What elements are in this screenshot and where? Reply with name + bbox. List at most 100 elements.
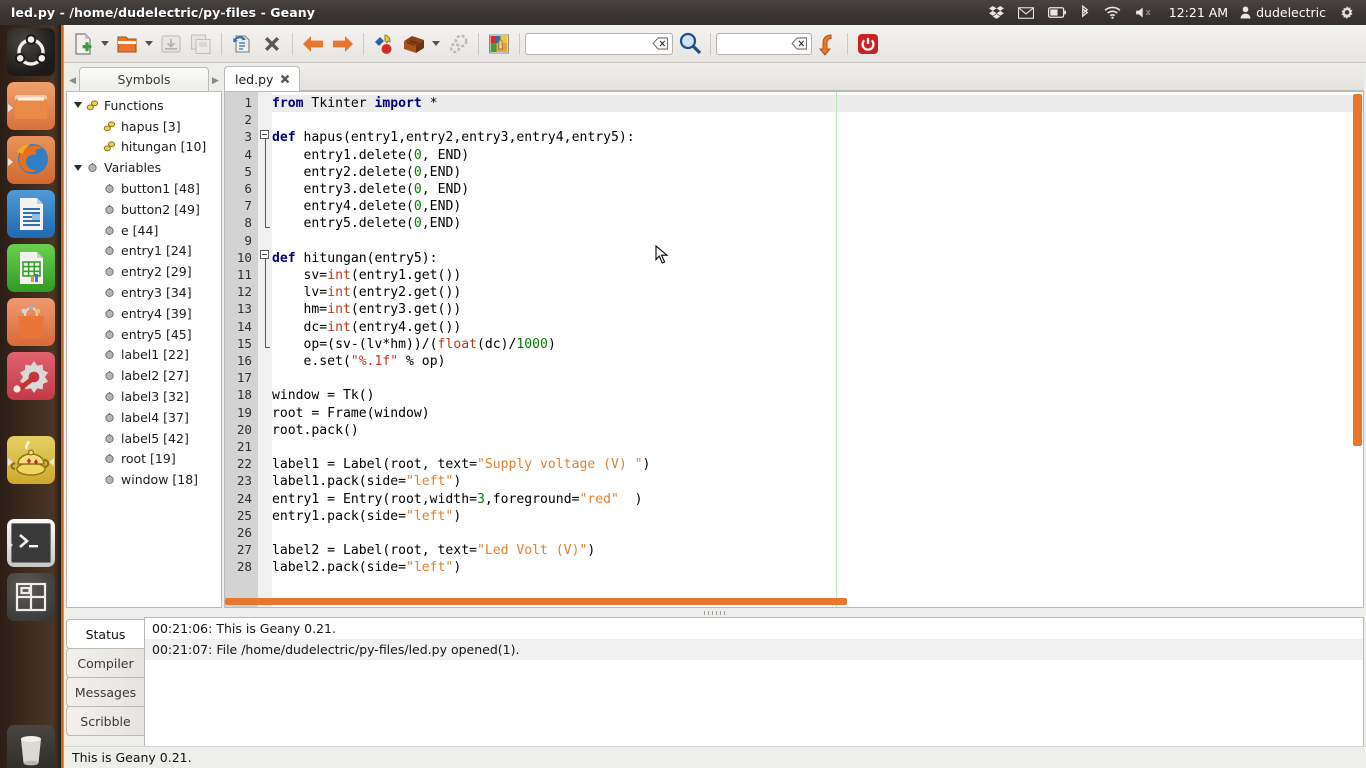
variable-icon	[101, 412, 118, 423]
tree-item[interactable]: label4 [37]	[67, 407, 221, 428]
launcher-item-firefox[interactable]	[7, 136, 55, 184]
launcher-item-libreoffice-writer[interactable]	[7, 190, 55, 238]
editor-tab-led-py[interactable]: led.py	[224, 66, 301, 91]
tree-item-label: label4 [37]	[121, 409, 189, 425]
mouse-cursor	[655, 245, 669, 264]
clear-goto-icon[interactable]	[791, 37, 808, 50]
clock[interactable]: 12:21 AM	[1161, 5, 1236, 20]
new-file-dropdown[interactable]	[98, 29, 112, 59]
line-number: 24	[236, 490, 252, 506]
main-split: ◀ Symbols ▶ Functions hapus [3] hitungan […	[64, 63, 1366, 608]
save-all-button[interactable]	[186, 29, 216, 59]
reload-button[interactable]	[227, 29, 257, 59]
mail-icon[interactable]	[1011, 0, 1041, 25]
find-button[interactable]	[675, 29, 705, 59]
color-chooser-button[interactable]	[484, 29, 514, 59]
launcher-item-workspace-switcher[interactable]	[7, 573, 55, 621]
build-button[interactable]	[399, 29, 429, 59]
splitter-grip	[704, 610, 726, 615]
line-number: 15	[236, 335, 252, 351]
goto-line-input[interactable]	[716, 32, 812, 55]
tree-item[interactable]: label1 [22]	[67, 345, 221, 366]
tree-item[interactable]: label2 [27]	[67, 365, 221, 386]
preferences-button[interactable]	[443, 29, 473, 59]
tree-item[interactable]: hitungan [10]	[67, 137, 221, 158]
close-icon[interactable]	[279, 73, 291, 85]
tree-item[interactable]: button1 [48]	[67, 178, 221, 199]
message-tab-compiler[interactable]: Compiler	[66, 648, 144, 678]
wifi-icon[interactable]	[1097, 0, 1128, 25]
symbols-tree[interactable]: Functions hapus [3] hitungan [10] Variables…	[66, 91, 222, 608]
tree-item[interactable]: e [44]	[67, 220, 221, 241]
unity-top-panel: led.py - /home/dudelectric/py-files - Ge…	[0, 0, 1366, 25]
source-code[interactable]: from Tkinter import * def hapus(entry1,e…	[272, 92, 1363, 607]
bluetooth-icon[interactable]	[1073, 0, 1097, 25]
jump-to-line-button[interactable]	[812, 29, 842, 59]
clear-search-icon[interactable]	[652, 37, 669, 50]
dropbox-icon[interactable]	[982, 0, 1011, 25]
sidebar-next-arrow[interactable]: ▶	[209, 71, 222, 91]
tab-symbols[interactable]: Symbols	[79, 67, 209, 91]
editor-area: led.py 1 2 3 4 5 6 7 8 9 10 11 12 13 14 15 16 17 18 19 20 21…	[224, 65, 1364, 608]
editor-vertical-scrollbar[interactable]	[1353, 94, 1362, 446]
code-view[interactable]: 1 2 3 4 5 6 7 8 9 10 11 12 13 14 15 16 17 18 19 20 21 22 23 24 2…	[224, 91, 1364, 608]
launcher-item-terminal[interactable]	[7, 519, 55, 567]
volume-muted-icon[interactable]	[1128, 0, 1161, 25]
tree-item[interactable]: entry1 [24]	[67, 241, 221, 262]
open-file-button[interactable]	[112, 29, 142, 59]
save-button[interactable]	[156, 29, 186, 59]
sidebar-prev-arrow[interactable]: ◀	[66, 71, 79, 91]
launcher-item-system-settings[interactable]	[7, 352, 55, 400]
search-input[interactable]	[525, 32, 673, 55]
tree-item[interactable]: entry3 [34]	[67, 282, 221, 303]
tree-item[interactable]: entry4 [39]	[67, 303, 221, 324]
close-button[interactable]	[257, 29, 287, 59]
launcher-item-software-center[interactable]	[7, 298, 55, 346]
pane-splitter[interactable]	[64, 608, 1366, 617]
launcher-item-trash[interactable]	[7, 725, 55, 768]
tree-item-label: entry3 [34]	[121, 285, 192, 301]
compile-button[interactable]	[369, 29, 399, 59]
launcher-item-files[interactable]	[7, 82, 55, 130]
new-file-button[interactable]	[68, 29, 98, 59]
fold-marker-line3[interactable]	[260, 130, 269, 139]
open-file-dropdown[interactable]	[142, 29, 156, 59]
build-dropdown[interactable]	[429, 29, 443, 59]
line-number: 21	[236, 439, 252, 454]
message-tab-messages[interactable]: Messages	[66, 677, 144, 707]
launcher-item-libreoffice-calc[interactable]	[7, 244, 55, 292]
expander-triangle-icon[interactable]	[71, 164, 84, 171]
quit-button[interactable]	[853, 29, 883, 59]
tree-item[interactable]: root [19]	[67, 449, 221, 470]
message-tab-scribble[interactable]: Scribble	[66, 706, 144, 736]
fold-line-hapus-end	[264, 227, 270, 228]
libreoffice-writer-icon	[20, 198, 43, 230]
line-number: 4	[244, 146, 252, 162]
battery-icon[interactable]	[1041, 0, 1073, 25]
forward-button[interactable]	[328, 29, 358, 59]
tree-item[interactable]: entry2 [29]	[67, 261, 221, 282]
launcher-item-geany[interactable]	[7, 436, 55, 484]
fold-marker-line10[interactable]	[260, 250, 269, 259]
tree-item[interactable]: label3 [32]	[67, 386, 221, 407]
tree-item[interactable]: hapus [3]	[67, 116, 221, 137]
function-icon	[84, 99, 101, 112]
function-icon	[101, 140, 118, 153]
tree-item[interactable]: button2 [49]	[67, 199, 221, 220]
tree-item[interactable]: window [18]	[67, 469, 221, 490]
tree-item[interactable]: entry5 [45]	[67, 324, 221, 345]
tree-item-label: e [44]	[121, 222, 159, 238]
tree-group-functions[interactable]: Functions	[67, 95, 221, 116]
user-name[interactable]: dudelectric	[1254, 5, 1332, 20]
tree-item[interactable]: label5 [42]	[67, 428, 221, 449]
editor-horizontal-scrollbar[interactable]	[225, 598, 847, 605]
back-button[interactable]	[298, 29, 328, 59]
gear-icon[interactable]	[1332, 0, 1362, 25]
tree-group-variables[interactable]: Variables	[67, 157, 221, 178]
message-tab-status[interactable]: Status	[66, 619, 144, 649]
expander-triangle-icon[interactable]	[71, 102, 84, 109]
user-avatar-icon[interactable]	[1236, 0, 1254, 25]
tree-item-label: entry5 [45]	[121, 326, 192, 342]
launcher-item-ubuntu-dash[interactable]	[7, 28, 55, 76]
variable-icon	[101, 266, 118, 277]
